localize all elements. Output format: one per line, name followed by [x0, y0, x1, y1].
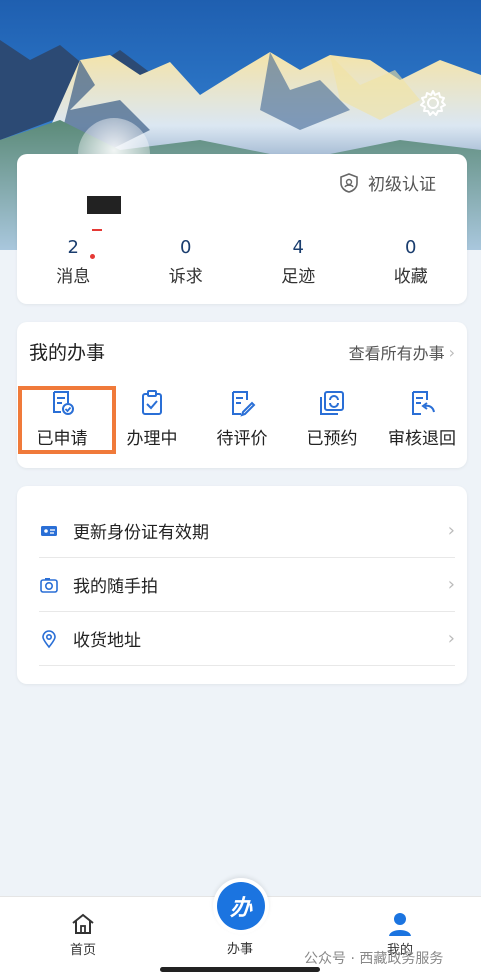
auth-level[interactable]: 初级认证: [338, 170, 436, 195]
work-item-label: 待评价: [216, 429, 268, 449]
view-all-label: 查看所有办事: [348, 344, 445, 363]
stat-favorites[interactable]: 0 收藏: [355, 236, 468, 287]
work-logo-icon: 办: [217, 882, 265, 930]
settings-list-card: 更新身份证有效期 › 我的随手拍 › 收货地址 ›: [17, 486, 467, 684]
work-item-booked[interactable]: 已预约: [287, 388, 377, 449]
list-item-snapshot[interactable]: 我的随手拍 ›: [39, 558, 455, 612]
stat-number: 4: [292, 237, 304, 258]
work-item-to-review[interactable]: 待评价: [197, 388, 287, 449]
work-item-returned[interactable]: 审核退回: [377, 388, 467, 449]
tab-work-button[interactable]: 办: [213, 878, 269, 934]
stat-requests[interactable]: 0 诉求: [130, 236, 243, 287]
stat-label: 收藏: [393, 267, 428, 287]
view-all-work-link[interactable]: 查看所有办事 ›: [349, 340, 455, 364]
list-item-label: 我的随手拍: [73, 577, 158, 597]
my-work-title: 我的办事: [29, 342, 106, 364]
work-item-processing[interactable]: 办理中: [107, 388, 197, 449]
stat-messages[interactable]: 2 消息: [17, 236, 130, 287]
watermark-text: 公众号 · 西藏政务服务: [304, 951, 444, 967]
chevron-right-icon: ›: [447, 520, 455, 541]
chevron-right-icon: ›: [447, 628, 455, 649]
avatar[interactable]: [78, 118, 150, 190]
shield-user-icon: [340, 172, 358, 193]
booked-icon: [320, 391, 344, 415]
work-item-label: 办理中: [126, 429, 178, 449]
stat-footprints[interactable]: 4 足迹: [242, 236, 355, 287]
list-item-label: 更新身份证有效期: [73, 523, 209, 543]
watermark: 公众号 · 西藏政务服务: [304, 948, 443, 968]
stat-label: 消息: [56, 267, 91, 287]
camera-icon: [40, 577, 58, 593]
list-item-update-id[interactable]: 更新身份证有效期 ›: [39, 504, 455, 558]
returned-icon: [412, 391, 435, 415]
tab-label: 首页: [69, 943, 96, 958]
home-icon: [72, 913, 94, 934]
work-item-label: 审核退回: [388, 429, 456, 449]
list-item-address[interactable]: 收货地址 ›: [39, 612, 455, 666]
tab-home[interactable]: 首页: [43, 911, 123, 958]
stat-label: 足迹: [281, 267, 316, 287]
stat-number: 2: [67, 237, 79, 258]
unread-dot: [90, 254, 95, 259]
stat-number: 0: [405, 237, 417, 258]
home-indicator: [160, 967, 320, 972]
to-review-icon: [232, 391, 256, 417]
list-item-label: 收货地址: [73, 631, 141, 651]
settings-gear-icon[interactable]: [418, 88, 448, 118]
profile-stats: 2 消息 0 诉求 4 足迹 0 收藏: [17, 236, 467, 287]
processing-icon: [142, 390, 162, 415]
id-card-icon: [41, 525, 57, 536]
stat-label: 诉求: [168, 267, 203, 287]
stat-number: 0: [180, 237, 192, 258]
highlight-box-applied: [18, 386, 116, 454]
user-icon: [389, 913, 411, 936]
tab-work-label: 办事: [226, 942, 253, 957]
red-mark: [92, 229, 102, 231]
user-name-redacted: [87, 196, 121, 214]
chevron-right-icon: ›: [448, 342, 455, 362]
auth-label: 初级认证: [368, 175, 436, 195]
location-icon: [42, 629, 56, 648]
work-item-label: 已预约: [306, 429, 358, 449]
chevron-right-icon: ›: [447, 574, 455, 595]
